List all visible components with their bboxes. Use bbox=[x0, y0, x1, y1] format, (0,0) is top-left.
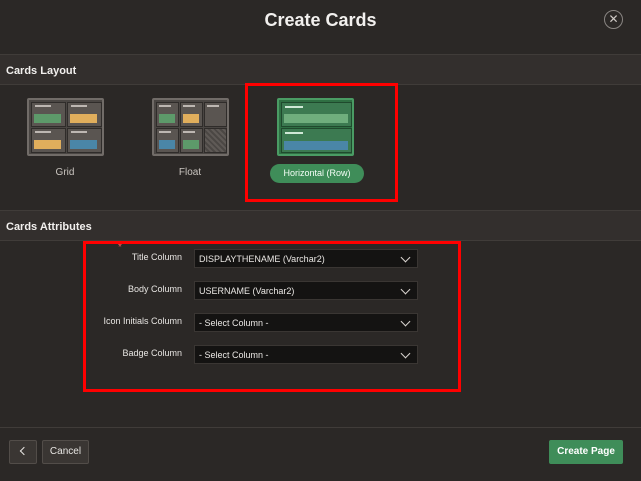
cards-layout-heading: Cards Layout bbox=[0, 54, 641, 85]
chevron-left-icon bbox=[19, 446, 29, 456]
dialog-title: Create Cards bbox=[264, 10, 377, 30]
highlight-frame-attributes bbox=[83, 241, 461, 392]
layout-option-float[interactable]: Float bbox=[152, 98, 229, 178]
highlight-frame-layout bbox=[245, 83, 398, 202]
grid-layout-thumbnail bbox=[27, 98, 104, 156]
back-button[interactable] bbox=[9, 440, 37, 464]
cards-attributes-heading: Cards Attributes bbox=[0, 210, 641, 241]
footer-divider bbox=[0, 427, 641, 428]
layout-label-float: Float bbox=[178, 167, 202, 178]
layout-option-grid[interactable]: Grid bbox=[27, 98, 104, 178]
layout-label-grid: Grid bbox=[55, 167, 75, 178]
float-layout-thumbnail bbox=[152, 98, 229, 156]
close-icon[interactable]: ✕ bbox=[604, 10, 623, 29]
cancel-button[interactable]: Cancel bbox=[42, 440, 89, 464]
dialog-header: Create Cards ✕ bbox=[0, 0, 641, 40]
create-page-button[interactable]: Create Page bbox=[549, 440, 623, 464]
